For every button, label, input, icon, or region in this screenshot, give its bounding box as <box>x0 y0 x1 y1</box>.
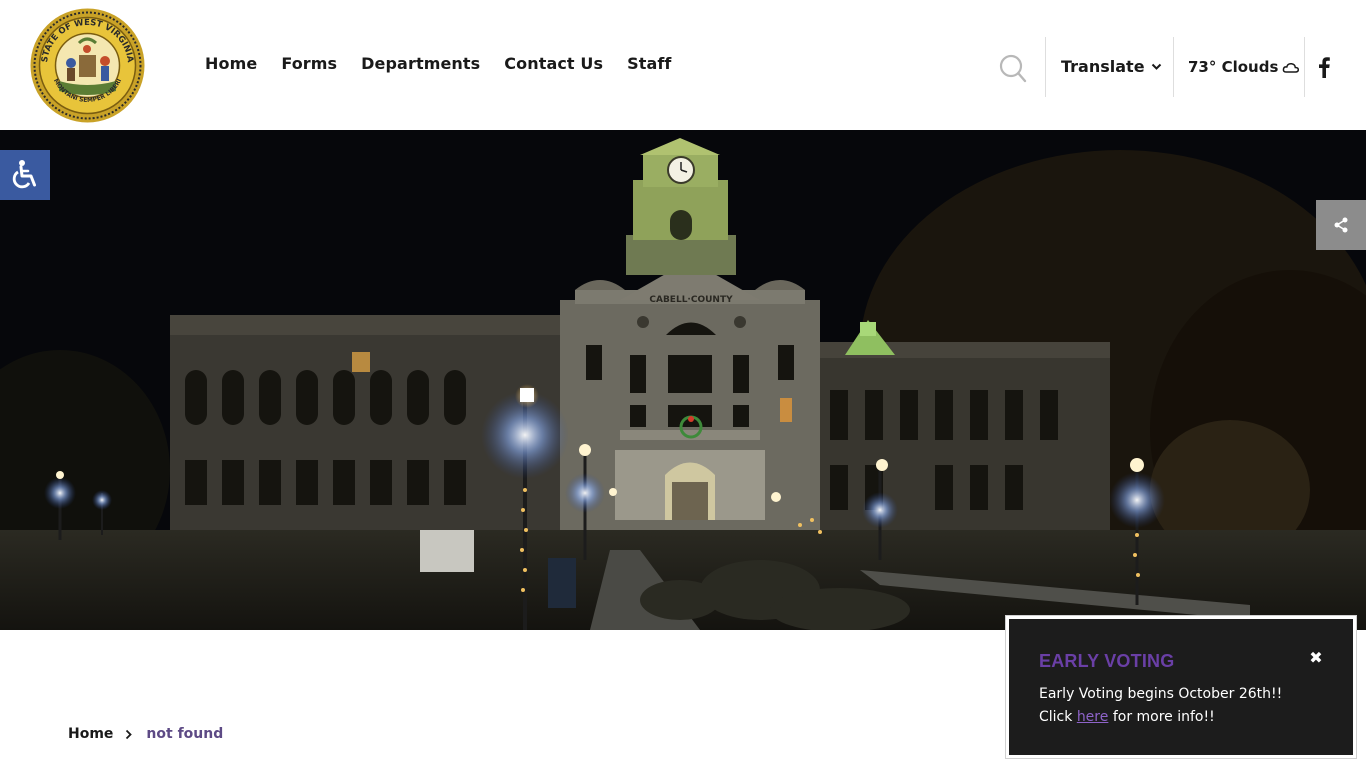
nav-staff[interactable]: Staff <box>627 54 671 73</box>
nav-forms[interactable]: Forms <box>281 54 337 73</box>
popup-here-link[interactable]: here <box>1077 709 1109 725</box>
popup-line-2-suffix: for more info!! <box>1108 709 1215 725</box>
main-nav: Home Forms Departments Contact Us Staff <box>205 54 671 73</box>
header-divider <box>1045 37 1046 97</box>
popup-message: Early Voting begins October 26th!! Click… <box>1039 683 1282 729</box>
state-seal-logo[interactable]: STATE OF WEST VIRGINIA MONTANI SEMPER LI… <box>29 7 146 124</box>
search-button[interactable] <box>999 54 1027 84</box>
early-voting-popup: EARLY VOTING ✖ Early Voting begins Octob… <box>1005 615 1357 759</box>
header-divider <box>1304 37 1305 97</box>
share-icon <box>1334 217 1348 233</box>
nav-contact-us[interactable]: Contact Us <box>504 54 603 73</box>
hero-banner: CABELL·COUNTY <box>0 130 1366 630</box>
breadcrumb-current: not found <box>146 726 224 742</box>
seal-icon: STATE OF WEST VIRGINIA MONTANI SEMPER LI… <box>30 8 145 123</box>
nav-home[interactable]: Home <box>205 54 257 73</box>
close-icon[interactable]: ✖ <box>1307 649 1325 667</box>
facebook-link[interactable] <box>1316 56 1332 78</box>
facebook-icon <box>1319 57 1330 78</box>
breadcrumb: Home not found <box>68 726 223 742</box>
translate-dropdown[interactable]: Translate <box>1061 57 1162 76</box>
cloud-icon <box>1283 63 1300 73</box>
header-divider <box>1173 37 1174 97</box>
wheelchair-icon <box>12 160 36 189</box>
popup-line-2: Click here for more info!! <box>1039 706 1282 729</box>
chevron-right-icon <box>125 729 133 740</box>
search-icon <box>999 54 1027 83</box>
popup-line-2-prefix: Click <box>1039 709 1077 725</box>
courthouse-night-image: CABELL·COUNTY <box>0 130 1366 630</box>
breadcrumb-home[interactable]: Home <box>68 726 113 742</box>
popup-title: EARLY VOTING <box>1039 651 1175 671</box>
nav-departments[interactable]: Departments <box>361 54 480 73</box>
chevron-down-icon <box>1151 63 1161 70</box>
weather-widget: 73° Clouds <box>1188 58 1300 76</box>
building-sign-text: CABELL·COUNTY <box>649 295 733 305</box>
popup-line-1: Early Voting begins October 26th!! <box>1039 686 1283 702</box>
share-button[interactable] <box>1316 200 1366 250</box>
weather-text: 73° Clouds <box>1188 58 1279 76</box>
translate-label: Translate <box>1061 57 1145 76</box>
site-header: STATE OF WEST VIRGINIA MONTANI SEMPER LI… <box>0 0 1366 130</box>
accessibility-button[interactable] <box>0 150 50 200</box>
